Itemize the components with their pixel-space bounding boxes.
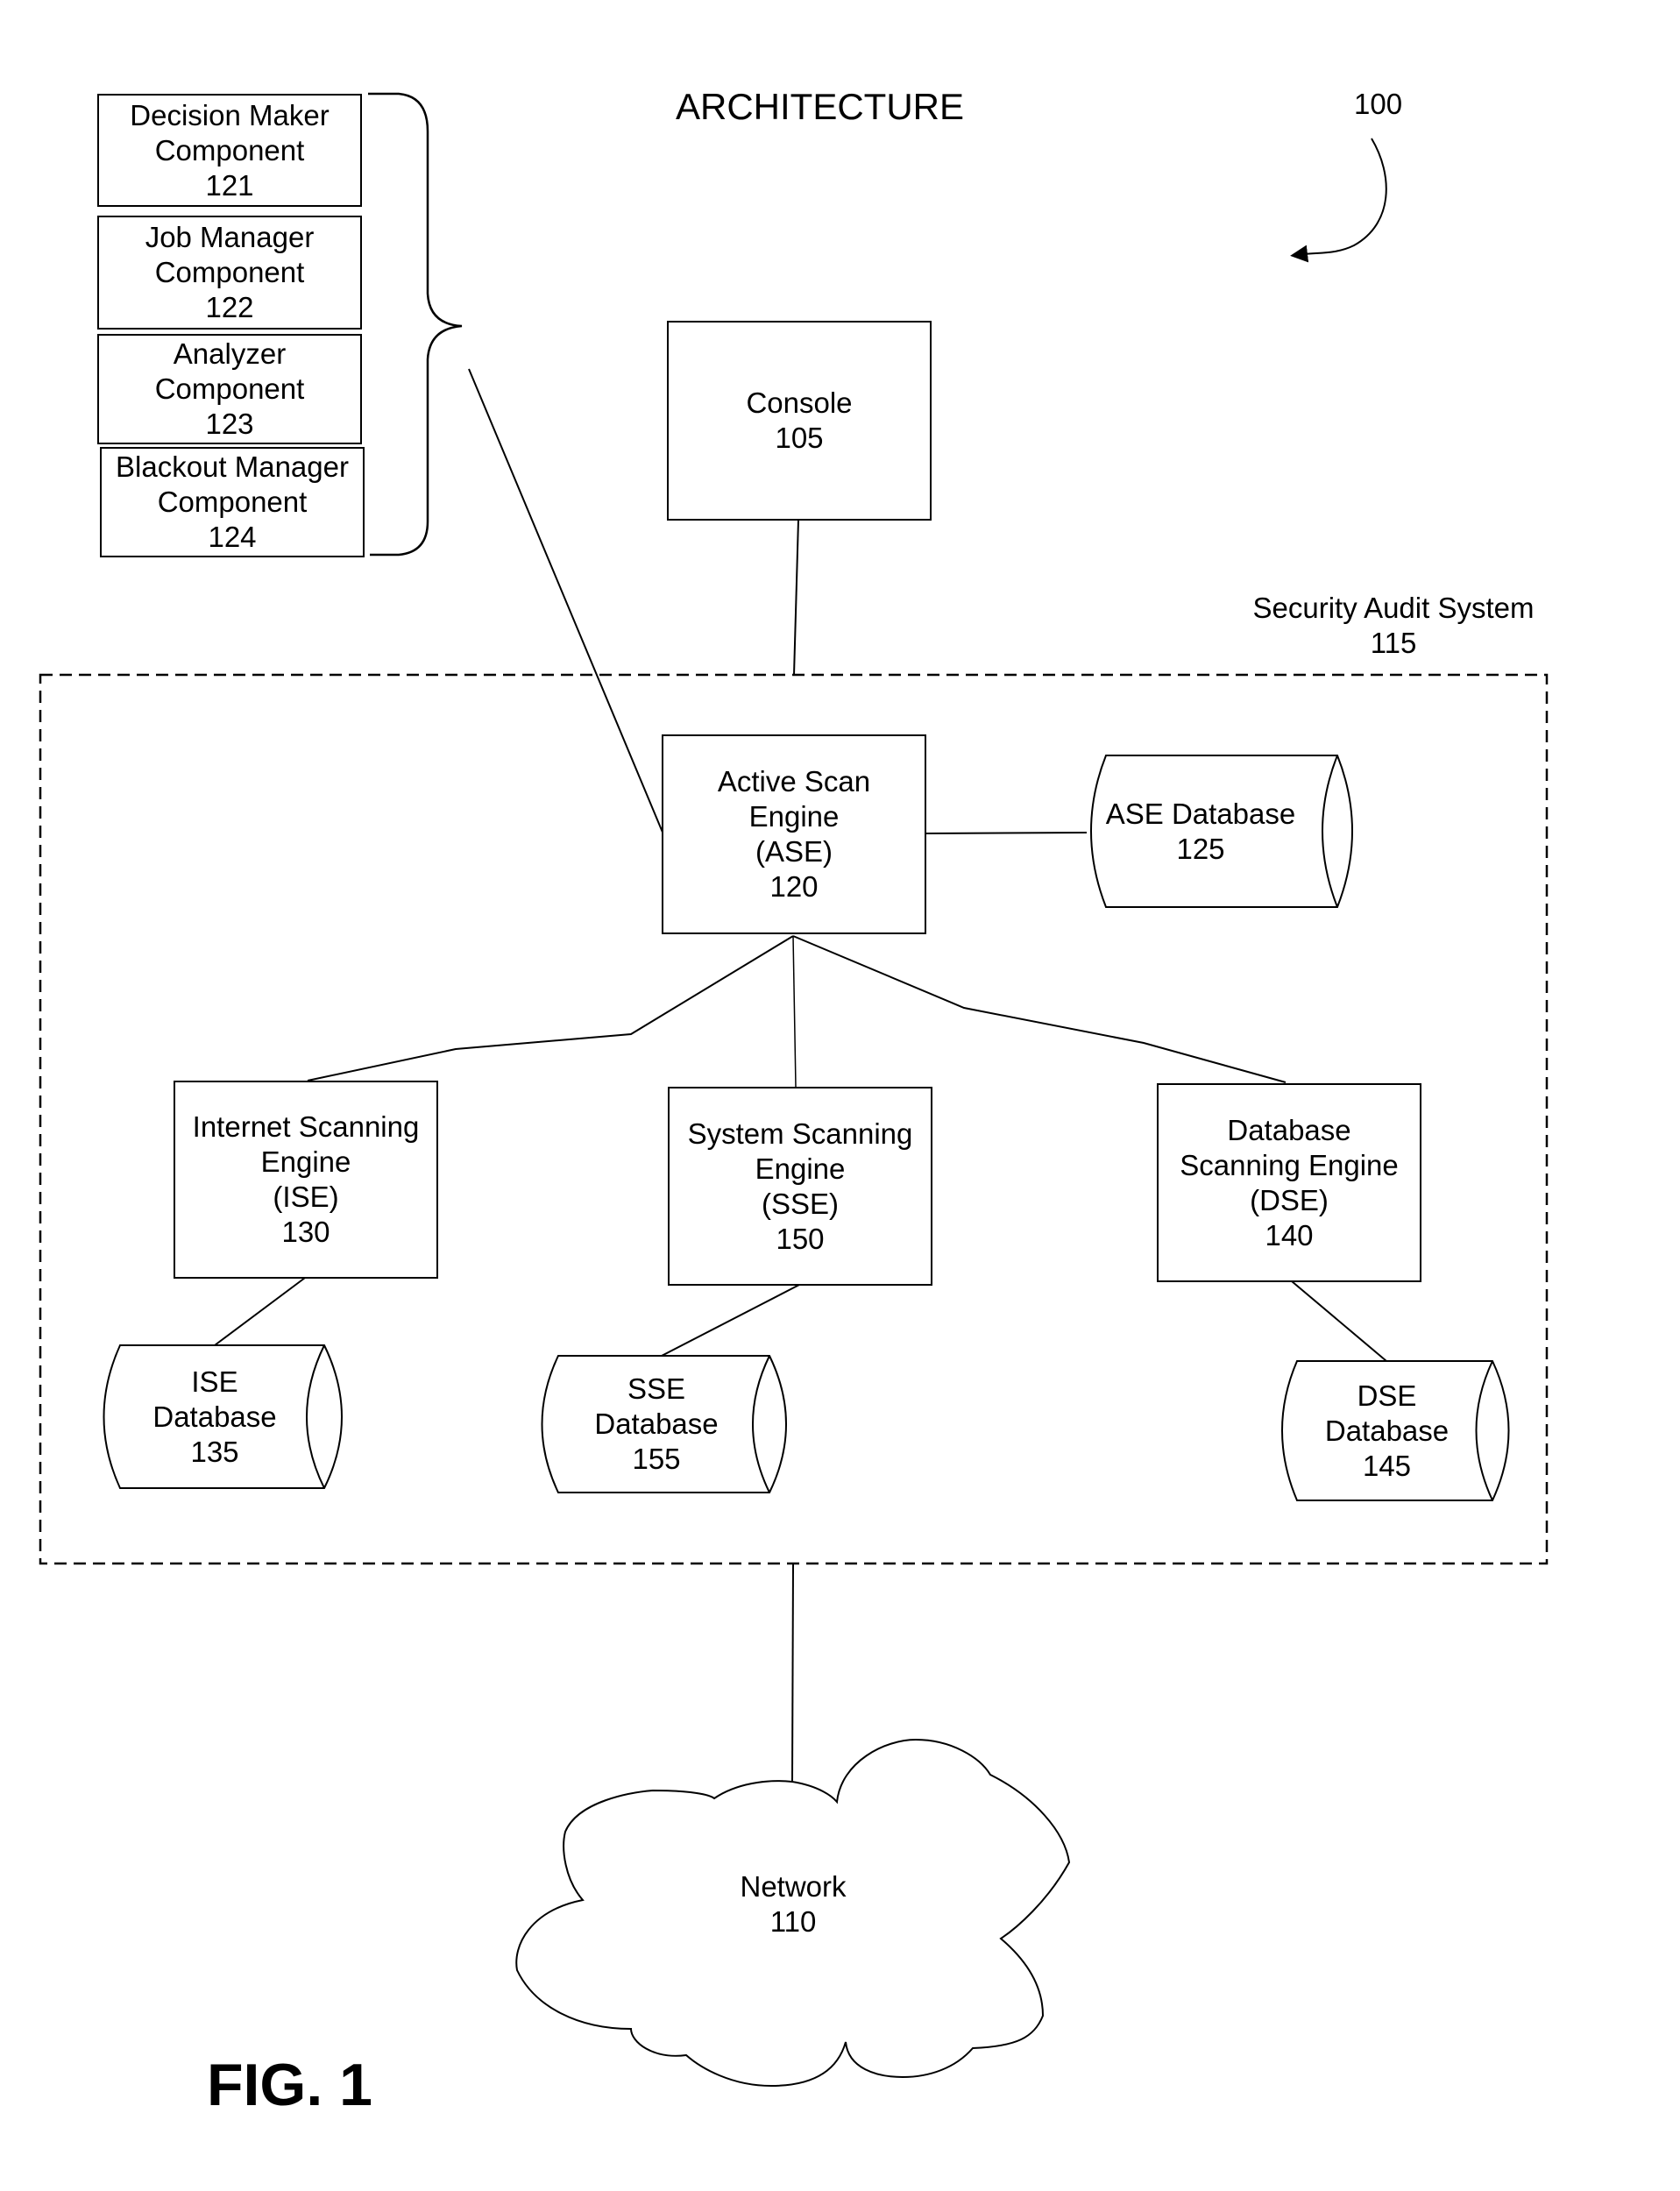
network-ref: 110: [769, 1904, 817, 1938]
diagram-title: ARCHITECTURE: [676, 86, 965, 127]
component-type: Component: [157, 486, 308, 518]
sse-ref: 150: [776, 1222, 825, 1255]
ise-abbr: (ISE): [273, 1181, 339, 1213]
reference-arrow-100: [1290, 138, 1387, 263]
ase-ise-connector: [307, 935, 794, 1081]
ase-dse-connector: [792, 935, 1287, 1083]
network-node: Network 110: [705, 1862, 881, 1946]
figure-label: FIG. 1: [207, 2052, 372, 2118]
sse-abbr: (SSE): [761, 1187, 839, 1220]
active-scan-engine-node: Active Scan Engine (ASE) 120: [662, 734, 926, 934]
ase-abbr: (ASE): [755, 835, 833, 868]
ise-line1: Internet Scanning: [192, 1110, 420, 1143]
component-name: Decision Maker: [130, 98, 330, 131]
component-type: Component: [154, 133, 305, 167]
sse-db-line2: Database: [594, 1407, 719, 1440]
blackout-manager-component: Blackout Manager Component 124: [100, 447, 365, 557]
component-name: Job Manager: [145, 221, 315, 253]
sse-line2: Engine: [755, 1152, 846, 1185]
console-ref: 105: [775, 422, 824, 454]
decision-maker-component: Decision Maker Component 121: [97, 94, 362, 207]
component-name: Analyzer: [173, 337, 287, 370]
network-label: Network: [740, 1869, 847, 1903]
sse-database-node: SSE Database 155: [542, 1356, 771, 1493]
system-scanning-engine-node: System Scanning Engine (SSE) 150: [668, 1087, 932, 1286]
ise-db-connector: [214, 1277, 306, 1346]
dse-db-line1: DSE: [1357, 1379, 1417, 1412]
brace-to-ase-connector: [468, 368, 664, 835]
ise-db-line2: Database: [152, 1400, 277, 1433]
ise-db-ref: 135: [190, 1435, 239, 1468]
analyzer-component: Analyzer Component 123: [97, 334, 362, 444]
ise-database-node: ISE Database 135: [101, 1345, 329, 1488]
dse-line2: Scanning Engine: [1180, 1148, 1399, 1181]
sse-db-connector: [661, 1284, 800, 1357]
database-scanning-engine-node: Database Scanning Engine (DSE) 140: [1157, 1083, 1421, 1282]
dse-database-node: DSE Database 145: [1279, 1361, 1494, 1500]
dse-db-connector: [1291, 1280, 1387, 1362]
component-name: Blackout Manager: [116, 450, 349, 483]
ise-ref: 130: [281, 1216, 330, 1248]
sse-db-ref: 155: [632, 1443, 681, 1475]
console-connector: [793, 519, 799, 676]
component-type: Component: [154, 256, 305, 288]
ase-db-ref: 125: [1176, 832, 1225, 865]
component-ref: 124: [208, 521, 257, 553]
component-type: Component: [154, 372, 305, 405]
component-ref: 121: [205, 168, 254, 202]
ise-db-line1: ISE: [191, 1365, 238, 1398]
dse-abbr: (DSE): [1250, 1183, 1329, 1216]
component-brace: [368, 92, 463, 557]
ase-ref: 120: [769, 870, 819, 903]
dse-line1: Database: [1227, 1113, 1351, 1146]
security-audit-system-label: Security Audit System 115: [1244, 591, 1542, 661]
network-connector: [791, 1563, 794, 1783]
security-audit-system-name: Security Audit System: [1252, 592, 1535, 624]
internet-scanning-engine-node: Internet Scanning Engine (ISE) 130: [174, 1081, 438, 1279]
dse-db-ref: 145: [1362, 1449, 1412, 1482]
dse-db-line2: Database: [1324, 1414, 1450, 1447]
ase-line2: Engine: [748, 800, 840, 833]
security-audit-system-ref: 115: [1370, 627, 1417, 659]
component-ref: 122: [205, 291, 254, 323]
ase-line1: Active Scan: [717, 765, 871, 798]
ase-sse-connector: [792, 935, 797, 1088]
component-ref: 123: [205, 408, 254, 440]
sse-line1: System Scanning: [687, 1117, 913, 1150]
job-manager-component: Job Manager Component 122: [97, 216, 362, 330]
ise-line2: Engine: [260, 1145, 351, 1178]
console-label: Console: [746, 386, 853, 419]
sse-db-line1: SSE: [627, 1372, 686, 1405]
dse-ref: 140: [1265, 1218, 1314, 1251]
ase-database-node: ASE Database 125: [1087, 755, 1315, 907]
console-node: Console 105: [667, 321, 932, 521]
ase-db-label: ASE Database: [1105, 797, 1296, 830]
figure-reference-number: 100: [1354, 88, 1403, 120]
